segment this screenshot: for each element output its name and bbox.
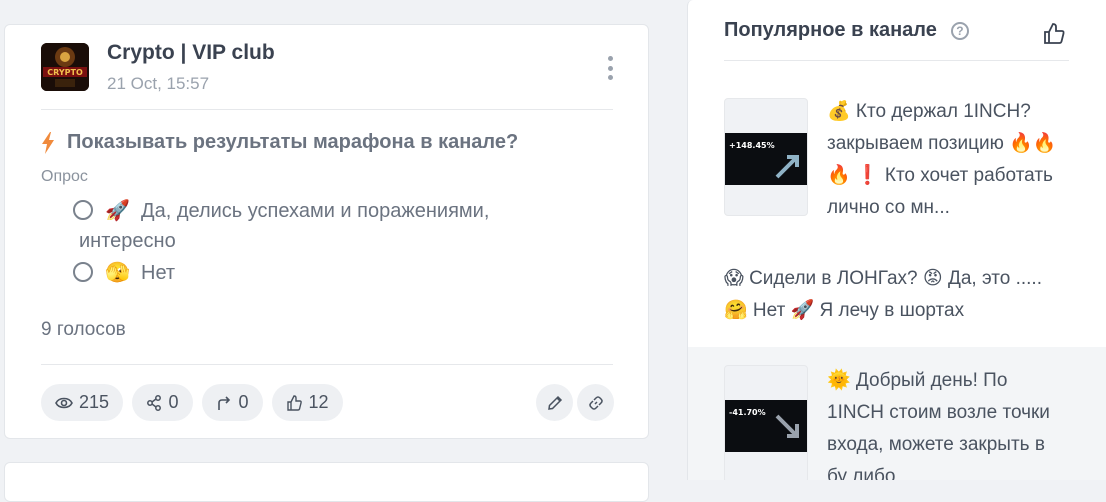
shares-count: 0 <box>168 392 179 412</box>
next-post-card <box>4 462 649 502</box>
poll-question-text: Показывать результаты марафона в канале? <box>67 131 519 153</box>
rocket-icon: 🚀 <box>105 198 130 222</box>
poll-question: Показывать результаты марафона в канале? <box>41 131 518 154</box>
link-icon <box>588 395 603 410</box>
popular-post-text: 😱 Сидели в ЛОНГах? 😡 Да, это ..... 🤗 Нет… <box>724 268 1042 321</box>
popular-sidebar: Популярное в канале ? +148.45% 💰 Кто дер… <box>687 0 1106 480</box>
header-divider <box>41 109 613 110</box>
dot-icon <box>607 65 613 71</box>
radio-button[interactable] <box>73 200 93 220</box>
edit-button[interactable] <box>536 384 573 421</box>
share-icon <box>147 394 162 411</box>
peeking-face-icon: 🫣 <box>105 260 130 284</box>
forwards-button[interactable]: 0 <box>202 384 263 421</box>
post-thumbnail[interactable]: +148.45% <box>724 98 808 216</box>
poll-option-text-cont: интересно <box>79 230 176 252</box>
views-count: 215 <box>78 392 110 412</box>
sidebar-divider <box>724 60 1069 61</box>
eye-icon <box>55 397 73 408</box>
dot-icon <box>607 56 613 61</box>
help-icon[interactable]: ? <box>950 21 969 40</box>
copy-link-button[interactable] <box>577 384 614 421</box>
arrow-down-graphic <box>775 414 799 438</box>
poll-option[interactable]: 🫣 Нет <box>73 257 175 288</box>
post-date: 21 Oct, 15:57 <box>107 74 210 93</box>
popular-post-item[interactable]: 😱 Сидели в ЛОНГах? 😡 Да, это ..... 🤗 Нет… <box>688 245 1106 347</box>
pencil-icon <box>547 395 562 410</box>
thumbnail-value: -41.70% <box>729 408 766 417</box>
thumbs-up-icon <box>287 394 303 411</box>
lightning-icon <box>42 131 54 154</box>
dot-icon <box>607 75 613 80</box>
post-thumbnail[interactable]: -41.70% <box>724 365 808 480</box>
likes-button[interactable]: 12 <box>272 384 343 421</box>
footer-divider <box>41 364 613 365</box>
thumbnail-value: +148.45% <box>729 141 775 150</box>
popular-post-text: 💰 Кто держал 1INCH? закрываем позицию 🔥🔥… <box>827 101 1057 218</box>
popular-post-item[interactable]: +148.45% 💰 Кто держал 1INCH? закрываем п… <box>688 85 1106 245</box>
trade-screenshot: -41.70% <box>725 400 807 452</box>
thumbs-up-icon[interactable] <box>1042 22 1066 46</box>
channel-name[interactable]: Crypto | VIP club <box>107 41 275 65</box>
sidebar-title: Популярное в канале ? <box>724 19 969 42</box>
poll-option-text: Нет <box>141 262 176 284</box>
post-card: CRYPTO Crypto | VIP club 21 Oct, 15:57 П… <box>4 24 649 439</box>
poll-option-text: Да, делись успехами и поражениями, <box>141 200 490 222</box>
more-options-button[interactable] <box>601 53 619 83</box>
popular-post-text: 🌞 Добрый день! По 1INCH стоим возле точк… <box>827 370 1050 480</box>
views-button[interactable]: 215 <box>41 384 123 421</box>
forward-icon <box>218 395 231 410</box>
svg-text:CRYPTO: CRYPTO <box>47 68 83 77</box>
radio-button[interactable] <box>73 262 93 282</box>
poll-type-label: Опрос <box>41 168 88 185</box>
poll-option[interactable]: 🚀 Да, делись успехами и поражениями, инт… <box>73 195 489 256</box>
channel-avatar[interactable]: CRYPTO <box>41 43 89 91</box>
sidebar-title-text: Популярное в канале <box>724 19 937 41</box>
forwards-count: 0 <box>238 392 249 412</box>
arrow-up-graphic <box>775 155 799 179</box>
trade-screenshot: +148.45% <box>725 133 807 185</box>
popular-post-item[interactable]: -41.70% 🌞 Добрый день! По 1INCH стоим во… <box>688 347 1106 480</box>
shares-button[interactable]: 0 <box>132 384 193 421</box>
votes-count: 9 голосов <box>41 319 126 340</box>
likes-count: 12 <box>308 392 329 412</box>
